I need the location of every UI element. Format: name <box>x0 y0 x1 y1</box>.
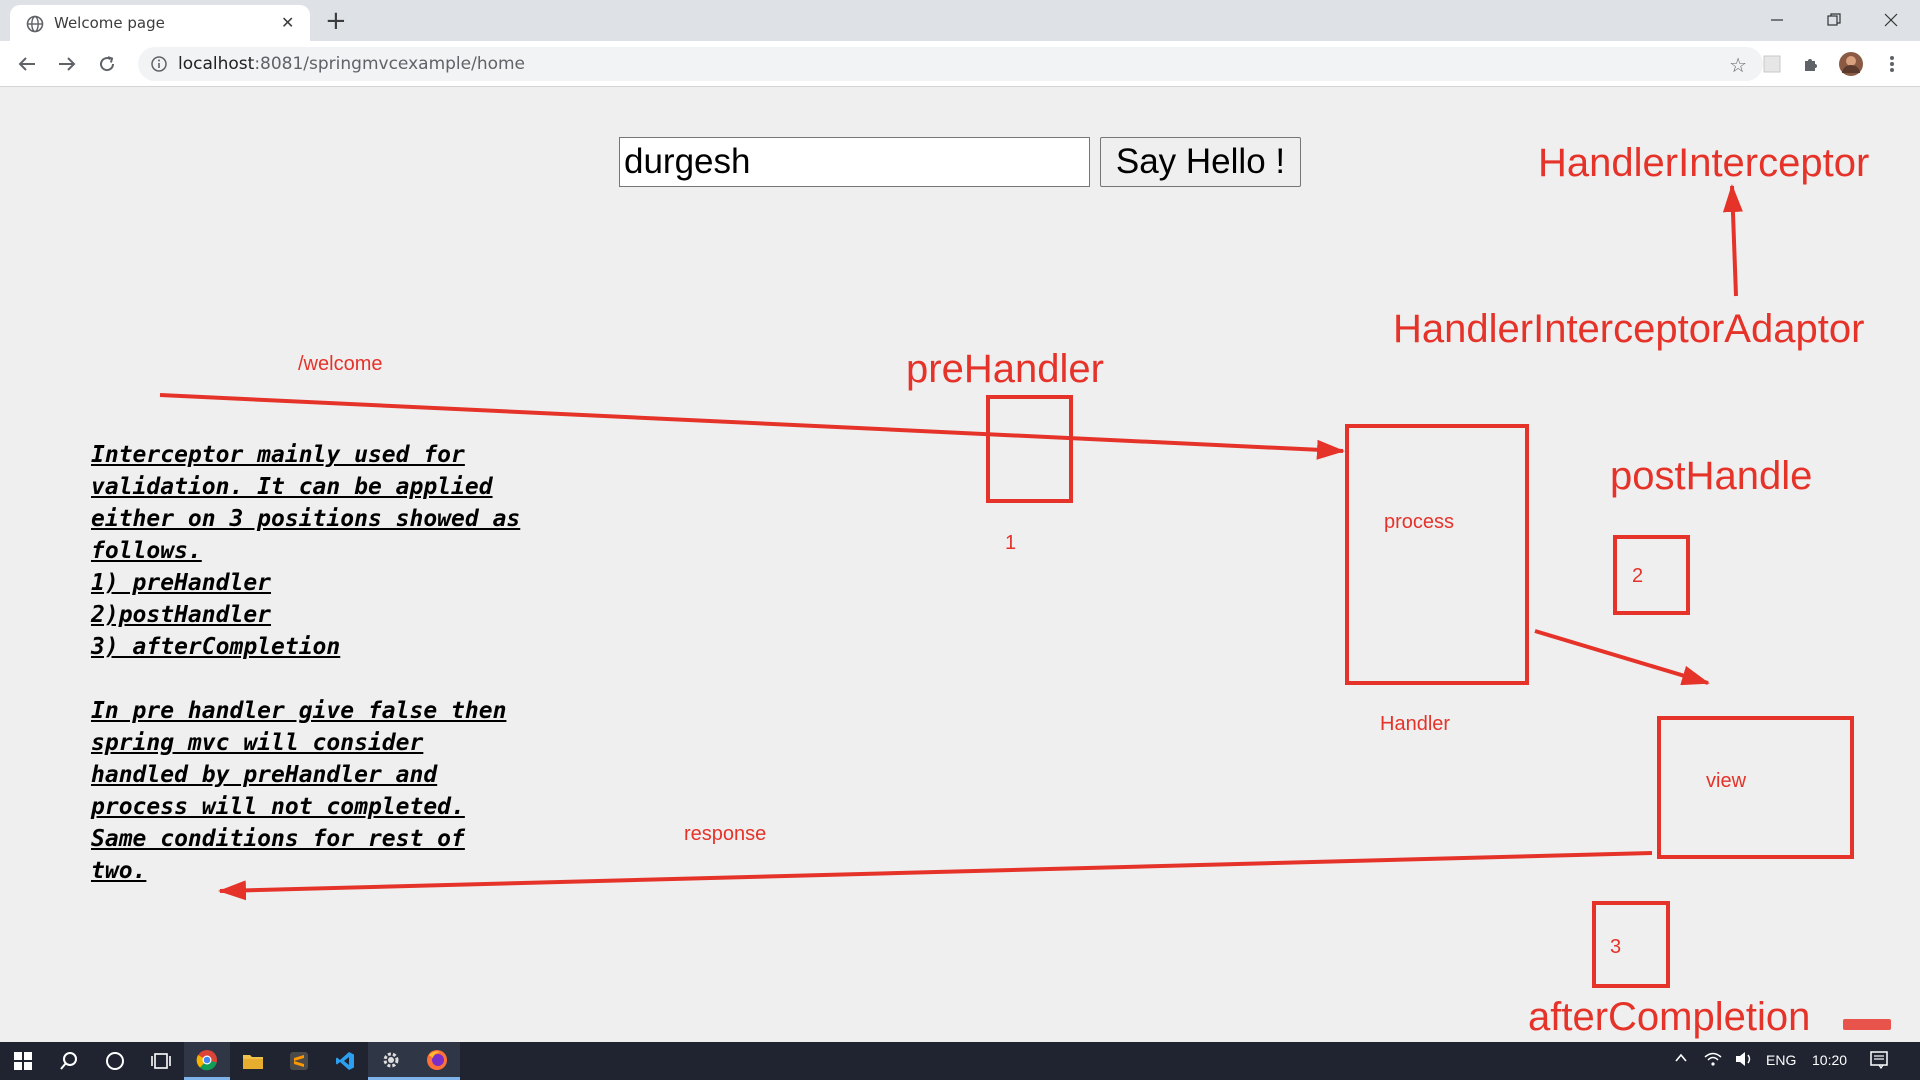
extension-placeholder-icon[interactable] <box>1758 50 1786 78</box>
cortana-button[interactable] <box>92 1042 138 1080</box>
extensions-puzzle-icon[interactable] <box>1797 50 1825 78</box>
bookmark-star-icon[interactable]: ☆ <box>1729 53 1747 78</box>
notes-line: handled by preHandler and <box>91 762 438 788</box>
volume-icon[interactable] <box>1735 1051 1755 1070</box>
menu-kebab-icon[interactable] <box>1878 50 1906 78</box>
minimize-icon <box>1771 19 1783 21</box>
back-button[interactable] <box>13 50 41 78</box>
say-hello-button[interactable]: Say Hello ! <box>1100 137 1301 187</box>
reload-button[interactable] <box>93 50 121 78</box>
windows-taskbar: ENG 10:20 <box>0 1042 1920 1080</box>
notes-line: In pre handler give false then <box>91 698 507 724</box>
cortana-circle-icon <box>106 1052 124 1070</box>
notes-line: two. <box>91 858 147 884</box>
vscode-icon <box>336 1052 354 1070</box>
notes-line: 3) afterCompletion <box>91 634 341 660</box>
task-view-button[interactable] <box>138 1042 184 1080</box>
close-icon <box>1884 13 1898 27</box>
task-view-icon <box>151 1053 171 1069</box>
notes-line: process will not completed. <box>91 794 465 820</box>
search-icon <box>60 1052 77 1070</box>
close-window-button[interactable] <box>1868 4 1914 36</box>
notes-line: Same conditions for rest of <box>91 826 465 852</box>
notes-line: 1) preHandler <box>91 570 272 596</box>
new-tab-button[interactable]: + <box>325 6 347 36</box>
firefox-taskbar-item[interactable] <box>414 1042 460 1080</box>
notes-spacer <box>91 663 591 695</box>
tab-close-icon[interactable]: ✕ <box>281 13 294 32</box>
file-explorer-taskbar-item[interactable] <box>230 1042 276 1080</box>
notifications-icon[interactable] <box>1870 1051 1888 1072</box>
firefox-icon <box>427 1049 447 1070</box>
globe-icon <box>26 15 44 33</box>
notes-line: validation. It can be applied <box>91 474 493 500</box>
notes-line: follows. <box>91 538 202 564</box>
language-indicator[interactable]: ENG <box>1766 1052 1796 1068</box>
url-text: localhost:8081/springmvcexample/home <box>178 54 525 74</box>
forward-arrow-icon <box>59 57 76 71</box>
tab-title: Welcome page <box>54 14 165 32</box>
notes-text: Interceptor mainly used for validation. … <box>91 439 591 887</box>
settings-taskbar-item[interactable] <box>368 1042 414 1080</box>
profile-avatar[interactable] <box>1837 50 1865 78</box>
notes-line: spring mvc will consider <box>91 730 424 756</box>
info-icon <box>151 56 167 72</box>
restore-icon <box>1827 13 1841 26</box>
name-input[interactable] <box>619 137 1090 187</box>
reload-icon <box>100 56 115 72</box>
chrome-taskbar-item[interactable] <box>184 1042 230 1080</box>
folder-icon <box>243 1055 263 1069</box>
minimize-button[interactable] <box>1754 4 1800 36</box>
browser-tab[interactable]: Welcome page ✕ <box>10 5 310 41</box>
sublime-text-icon <box>290 1052 308 1070</box>
notes-line: 2)postHandler <box>91 602 272 628</box>
vscode-taskbar-item[interactable] <box>322 1042 368 1080</box>
page-content: Say Hello ! Interceptor mainly used for … <box>0 87 1920 1042</box>
back-arrow-icon <box>18 57 35 71</box>
search-button[interactable] <box>46 1042 92 1080</box>
url-host: localhost <box>178 54 255 74</box>
forward-button[interactable] <box>53 50 81 78</box>
notes-line: either on 3 positions showed as <box>91 506 521 532</box>
restore-button[interactable] <box>1811 4 1857 36</box>
tab-strip: Welcome page ✕ + <box>0 0 1920 41</box>
chrome-icon <box>196 1049 217 1070</box>
windows-logo-icon <box>14 1052 32 1070</box>
clock[interactable]: 10:20 <box>1812 1052 1847 1068</box>
browser-toolbar: localhost:8081/springmvcexample/home ☆ <box>0 41 1920 87</box>
wifi-icon[interactable] <box>1704 1051 1722 1070</box>
sublime-taskbar-item[interactable] <box>276 1042 322 1080</box>
gear-icon <box>383 1052 399 1067</box>
address-bar[interactable]: localhost:8081/springmvcexample/home ☆ <box>138 47 1763 81</box>
url-path: :8081/springmvcexample/home <box>254 54 526 74</box>
start-button[interactable] <box>0 1042 46 1080</box>
tray-chevron-icon[interactable] <box>1674 1051 1688 1068</box>
notes-line: Interceptor mainly used for <box>91 442 465 468</box>
